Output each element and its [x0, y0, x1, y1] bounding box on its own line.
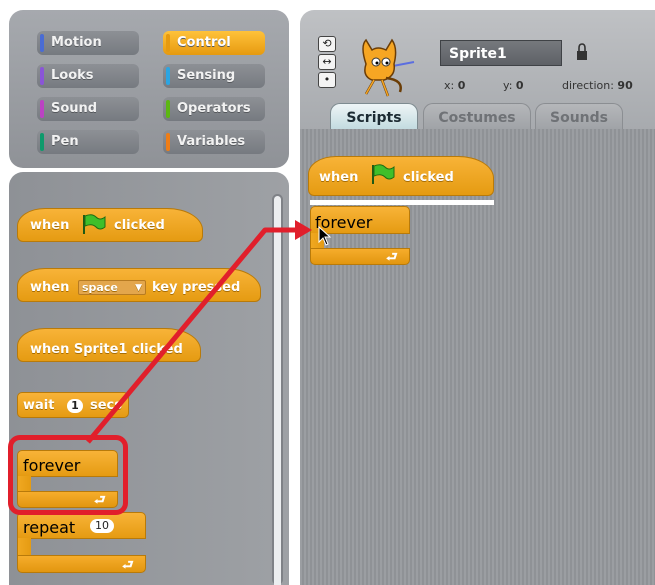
drag-arrow [86, 220, 312, 444]
